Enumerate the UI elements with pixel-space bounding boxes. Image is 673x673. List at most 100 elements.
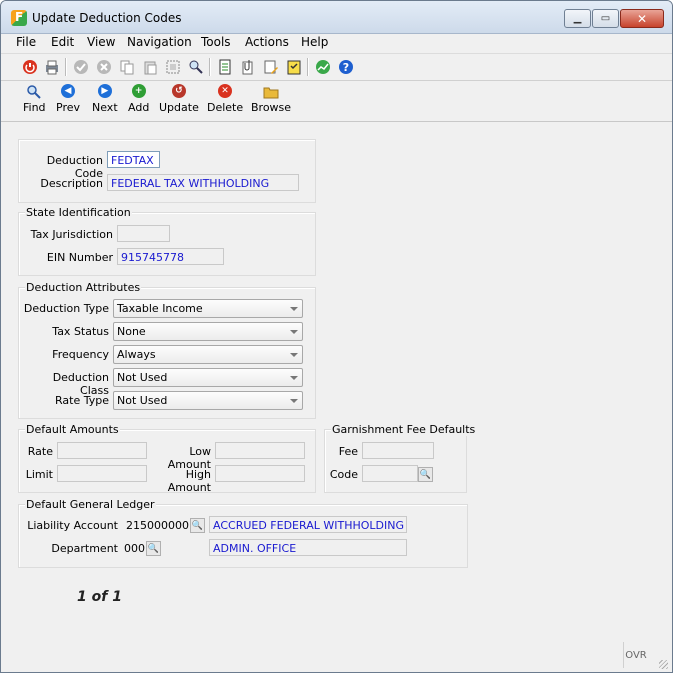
- update-button[interactable]: ↺ Update: [159, 84, 199, 114]
- report-icon[interactable]: [216, 58, 233, 75]
- checklist-icon[interactable]: [285, 58, 302, 75]
- next-icon: ▶: [97, 84, 112, 98]
- standard-toolbar: ?: [1, 53, 672, 81]
- exit-icon[interactable]: [21, 58, 38, 75]
- limit-label: Limit: [25, 468, 53, 481]
- code-lookup-search-icon[interactable]: 🔍: [418, 467, 433, 482]
- menu-help[interactable]: Help: [301, 35, 328, 49]
- default-gl-group: [18, 504, 468, 568]
- select-icon[interactable]: [164, 58, 181, 75]
- update-label: Update: [159, 101, 199, 114]
- menu-navigation[interactable]: Navigation: [127, 35, 192, 49]
- department-lookup-search-icon[interactable]: 🔍: [146, 541, 161, 556]
- delete-button[interactable]: ✕ Delete: [207, 84, 243, 114]
- maximize-icon: ▭: [600, 13, 611, 24]
- next-button[interactable]: ▶ Next: [92, 84, 118, 114]
- code-label: Code: [329, 468, 358, 481]
- department-field[interactable]: 000: [122, 539, 146, 556]
- menu-edit[interactable]: Edit: [51, 35, 74, 49]
- frequency-select[interactable]: Always: [113, 345, 303, 364]
- garnishment-title: Garnishment Fee Defaults: [331, 423, 477, 436]
- menu-file[interactable]: File: [16, 35, 36, 49]
- chevron-down-icon: [290, 307, 298, 311]
- default-gl-title: Default General Ledger: [25, 498, 156, 511]
- cancel-icon[interactable]: [95, 58, 112, 75]
- liability-description-field: ACCRUED FEDERAL WITHHOLDING: [209, 516, 407, 533]
- rate-type-value: Not Used: [117, 394, 168, 407]
- rate-type-select[interactable]: Not Used: [113, 391, 303, 410]
- overwrite-mode-indicator: OVR: [623, 642, 648, 668]
- menu-view[interactable]: View: [87, 35, 115, 49]
- maximize-button[interactable]: ▭: [592, 9, 619, 28]
- prev-icon: ◀: [61, 84, 75, 98]
- close-icon: ✕: [636, 11, 648, 26]
- frequency-label: Frequency: [52, 348, 109, 361]
- garnishment-group: [324, 429, 467, 493]
- description-field[interactable]: FEDERAL TAX WITHHOLDING: [107, 174, 299, 191]
- resize-grip-icon[interactable]: [659, 660, 668, 669]
- close-button[interactable]: ✕: [620, 9, 664, 28]
- save-icon[interactable]: [72, 58, 89, 75]
- menu-bar: File Edit View Navigation Tools Actions …: [1, 34, 672, 52]
- deduction-class-select[interactable]: Not Used: [113, 368, 303, 387]
- record-counter: 1 of 1: [77, 589, 122, 605]
- limit-field[interactable]: [57, 465, 147, 482]
- deduction-attributes-title: Deduction Attributes: [25, 281, 142, 294]
- rate-label: Rate: [27, 445, 53, 458]
- fee-field[interactable]: [362, 442, 434, 459]
- tax-jurisdiction-field[interactable]: [117, 225, 170, 242]
- paste-icon[interactable]: [141, 58, 158, 75]
- deduction-type-value: Taxable Income: [117, 302, 203, 315]
- deduction-type-select[interactable]: Taxable Income: [113, 299, 303, 318]
- garnish-code-field[interactable]: [362, 465, 418, 482]
- deduction-class-value: Not Used: [117, 371, 168, 384]
- app-logo-icon: [11, 10, 27, 26]
- deduction-code-field[interactable]: FEDTAX: [107, 151, 160, 168]
- liability-lookup-search-icon[interactable]: 🔍: [190, 518, 205, 533]
- browse-button[interactable]: Browse: [251, 84, 291, 114]
- prev-label: Prev: [56, 101, 80, 114]
- liability-account-field[interactable]: 215000000: [122, 516, 190, 533]
- notes-icon[interactable]: [262, 58, 279, 75]
- window-title: Update Deduction Codes: [32, 11, 182, 25]
- add-button[interactable]: + Add: [128, 84, 149, 114]
- menu-actions[interactable]: Actions: [245, 35, 289, 49]
- svg-text:?: ?: [342, 61, 348, 74]
- next-label: Next: [92, 101, 118, 114]
- attach-icon[interactable]: [239, 58, 256, 75]
- liability-account-label: Liability Account: [27, 519, 118, 532]
- ein-field[interactable]: 915745778: [117, 248, 224, 265]
- chevron-down-icon: [290, 353, 298, 357]
- print-icon[interactable]: [43, 58, 60, 75]
- app-window: Update Deduction Codes ▁ ▭ ✕ File Edit V…: [0, 0, 673, 673]
- chart-icon[interactable]: [314, 58, 331, 75]
- update-icon: ↺: [171, 84, 186, 98]
- state-identification-title: State Identification: [25, 206, 132, 219]
- chevron-down-icon: [290, 376, 298, 380]
- tax-jurisdiction-label: Tax Jurisdiction: [30, 228, 113, 241]
- department-label: Department: [51, 542, 118, 555]
- minimize-button[interactable]: ▁: [564, 9, 591, 28]
- tax-status-select[interactable]: None: [113, 322, 303, 341]
- default-amounts-title: Default Amounts: [25, 423, 120, 436]
- high-amount-label: High Amount: [167, 468, 211, 494]
- low-amount-field[interactable]: [215, 442, 305, 459]
- find-icon: [27, 85, 41, 99]
- rate-field[interactable]: [57, 442, 147, 459]
- frequency-value: Always: [117, 348, 156, 361]
- description-label: Description: [40, 177, 103, 190]
- department-description-field: ADMIN. OFFICE: [209, 539, 407, 556]
- copy-icon[interactable]: [118, 58, 135, 75]
- chevron-down-icon: [290, 399, 298, 403]
- high-amount-field[interactable]: [215, 465, 305, 482]
- zoom-icon[interactable]: [187, 58, 204, 75]
- find-button[interactable]: Find: [23, 84, 46, 114]
- add-icon: +: [131, 84, 146, 98]
- rate-type-label: Rate Type: [55, 394, 109, 407]
- help-icon[interactable]: ?: [337, 58, 354, 75]
- tax-status-value: None: [117, 325, 146, 338]
- delete-label: Delete: [207, 101, 244, 114]
- deduction-type-label: Deduction Type: [23, 302, 109, 315]
- prev-button[interactable]: ◀ Prev: [56, 84, 80, 114]
- menu-tools[interactable]: Tools: [201, 35, 231, 49]
